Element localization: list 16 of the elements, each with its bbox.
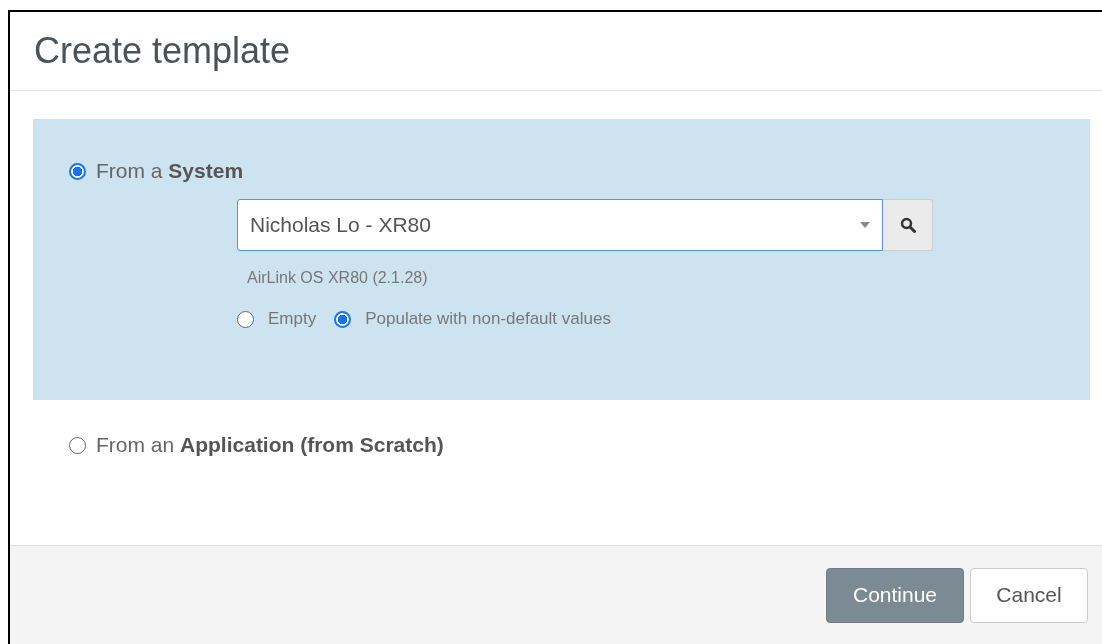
search-icon — [899, 217, 916, 233]
continue-button[interactable]: Continue — [826, 567, 964, 623]
caret-icon — [860, 222, 870, 228]
cancel-button[interactable]: Cancel — [970, 567, 1088, 623]
option-label[interactable]: Populate with non-default values — [365, 309, 611, 329]
dialog-title: Create template — [34, 30, 291, 72]
radio-button[interactable] — [69, 162, 86, 180]
option-label[interactable]: From a System — [96, 159, 244, 183]
system-description: AirLink OS XR80 (2.1.28) — [247, 269, 429, 287]
system-select[interactable]: Nicholas Lo - XR80 — [237, 199, 883, 251]
option-label[interactable]: From an Application (from Scratch) — [96, 433, 444, 457]
option-label[interactable]: Empty — [268, 309, 317, 329]
radio-button[interactable] — [237, 310, 254, 328]
search-button[interactable] — [883, 199, 933, 251]
radio-button[interactable] — [334, 310, 352, 328]
radio-button[interactable] — [69, 436, 86, 454]
